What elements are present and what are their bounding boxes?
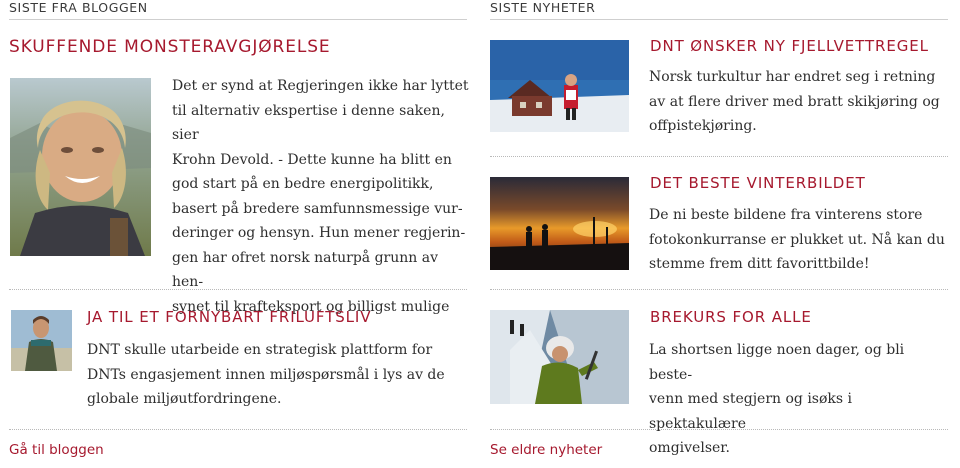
news-item-excerpt-1: Norsk turkultur har endret seg i retning…: [649, 65, 949, 139]
news-item-image-3[interactable]: [490, 310, 629, 404]
excerpt-line: til alternativ ekspertise i denne saken,…: [172, 102, 445, 144]
blog-second-image[interactable]: [11, 310, 72, 371]
go-to-blog-link[interactable]: Gå til bloggen: [9, 442, 104, 458]
blog-featured-excerpt: Det er synd at Regjeringen ikke har lytt…: [172, 74, 472, 319]
excerpt-line: deringer og hensyn. Hun mener regjerin-: [172, 225, 466, 241]
excerpt-line: stemme frem ditt favorittbilde!: [649, 256, 870, 272]
excerpt-line: La shortsen ligge noen dager, og bli bes…: [649, 342, 905, 383]
excerpt-line: god start på en bedre energipolitikk,: [172, 176, 434, 192]
blog-featured-title: SKUFFENDE MONSTERAVGJØRELSE: [9, 37, 331, 57]
blog-second-title: JA TIL ET FORNYBART FRILUFTSLIV: [87, 308, 372, 326]
excerpt-line: basert på bredere samfunnsmessige vur-: [172, 200, 463, 217]
news-column: SISTE NYHETER DNT ØNSKER NY FJELLVETTREG…: [490, 0, 948, 458]
excerpt-line: fotokonkurranse er plukket ut. Nå kan du: [649, 231, 945, 248]
blog-featured-image[interactable]: [10, 78, 151, 256]
blog-second-excerpt: DNT skulle utarbeide en strategisk platt…: [87, 338, 472, 412]
news-item-title-link-3[interactable]: BREKURS FOR ALLE: [650, 308, 812, 326]
blog-featured-title-link[interactable]: SKUFFENDE MONSTERAVGJØRELSE: [9, 37, 331, 57]
news-item-excerpt-2: De ni beste bildene fra vinterens store …: [649, 203, 949, 277]
divider: [490, 289, 948, 290]
blog-section-title: SISTE FRA BLOGGEN: [9, 0, 467, 20]
blog-second-title-link[interactable]: JA TIL ET FORNYBART FRILUFTSLIV: [87, 308, 371, 326]
news-item-title-link-1[interactable]: DNT ØNSKER NY FJELLVETTREGEL: [650, 37, 929, 55]
older-news-link[interactable]: Se eldre nyheter: [490, 442, 602, 458]
divider: [490, 429, 948, 430]
news-item-title-3: BREKURS FOR ALLE: [650, 308, 812, 326]
divider: [9, 289, 467, 290]
news-item-title-1: DNT ØNSKER NY FJELLVETTREGEL: [650, 37, 929, 55]
excerpt-line: Krohn Devold. - Dette kunne ha blitt en: [172, 151, 452, 168]
news-item-title-2: DET BESTE VINTERBILDET: [650, 174, 866, 192]
news-section-title: SISTE NYHETER: [490, 0, 948, 20]
excerpt-line: DNT skulle utarbeide en strategisk platt…: [87, 342, 433, 358]
news-item-image-1[interactable]: [490, 40, 629, 132]
news-item-excerpt-3: La shortsen ligge noen dager, og bli bes…: [649, 338, 949, 461]
excerpt-line: av at flere driver med bratt skikjøring …: [649, 93, 940, 110]
excerpt-line: Det er synd at Regjeringen ikke har lytt…: [172, 78, 469, 94]
news-item-title-link-2[interactable]: DET BESTE VINTERBILDET: [650, 174, 866, 192]
excerpt-line: offpistekjøring.: [649, 118, 757, 134]
excerpt-line: De ni beste bildene fra vinterens store: [649, 207, 923, 223]
blog-column: SISTE FRA BLOGGEN SKUFFENDE MONSTERAVGJØ…: [9, 0, 469, 458]
excerpt-line: gen har ofret norsk naturpå grunn av hen…: [172, 249, 439, 291]
excerpt-line: omgivelser.: [649, 440, 730, 456]
divider: [490, 156, 948, 157]
divider: [9, 429, 467, 430]
excerpt-line: DNTs engasjement innen miljøspørsmål i l…: [87, 366, 445, 383]
excerpt-line: Norsk turkultur har endret seg i retning: [649, 69, 936, 85]
news-item-image-2[interactable]: [490, 177, 629, 270]
excerpt-line: globale miljøutfordringene.: [87, 391, 282, 407]
